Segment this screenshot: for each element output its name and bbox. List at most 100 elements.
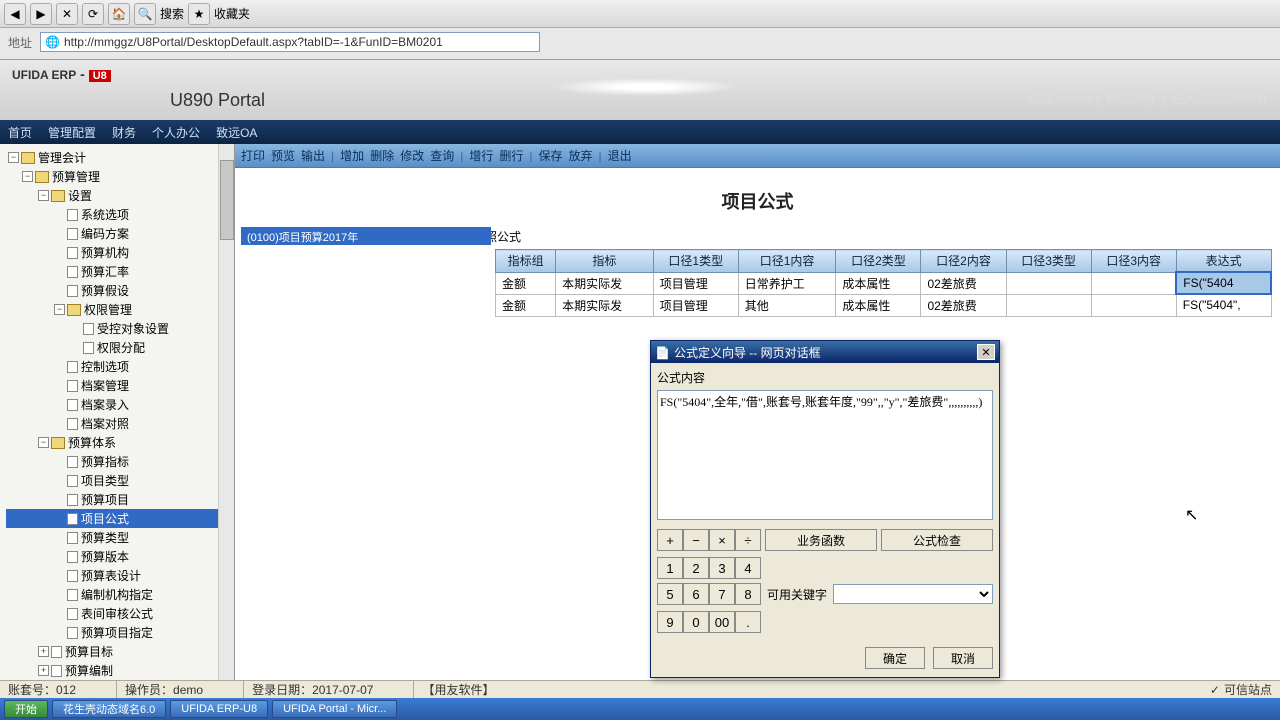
calc-btn-9[interactable]: 9 <box>657 611 683 633</box>
tree-item-编码方案[interactable]: 编码方案 <box>6 224 234 243</box>
col-口径3类型[interactable]: 口径3类型 <box>1006 250 1091 273</box>
calc-btn-8[interactable]: 8 <box>735 583 761 605</box>
dialog-titlebar[interactable]: 📄公式定义向导 -- 网页对话框 ✕ <box>651 341 999 363</box>
cancel-button[interactable]: 取消 <box>933 647 993 669</box>
calc-btn-4[interactable]: 4 <box>735 557 761 579</box>
op-btn[interactable]: ÷ <box>735 529 761 551</box>
selected-project-row[interactable]: (0100)项目预算2017年 <box>241 227 491 245</box>
toolbar-放弃[interactable]: 放弃 <box>569 147 593 164</box>
search-icon[interactable]: 🔍 <box>134 3 156 25</box>
tree-scrollbar[interactable] <box>218 144 234 684</box>
close-icon[interactable]: ✕ <box>977 344 995 360</box>
tree-item-权限管理[interactable]: −权限管理 <box>6 300 234 319</box>
toolbar-增加[interactable]: 增加 <box>340 147 364 164</box>
table-row[interactable]: 金额本期实际发项目管理日常养护工成本属性02差旅费FS("5404 <box>496 272 1272 294</box>
col-口径2类型[interactable]: 口径2类型 <box>836 250 921 273</box>
op-btn[interactable]: + <box>657 529 683 551</box>
toolbar-退出[interactable]: 退出 <box>608 147 632 164</box>
business-function-button[interactable]: 业务函数 <box>765 529 877 551</box>
tree-item-预算机构[interactable]: 预算机构 <box>6 243 234 262</box>
table-row[interactable]: 金额本期实际发项目管理其他成本属性02差旅费FS("5404", <box>496 294 1272 316</box>
calc-btn-2[interactable]: 2 <box>683 557 709 579</box>
formula-check-button[interactable]: 公式检查 <box>881 529 993 551</box>
refresh-button[interactable]: ⟳ <box>82 3 104 25</box>
calc-btn-7[interactable]: 7 <box>709 583 735 605</box>
toolbar-预览[interactable]: 预览 <box>271 147 295 164</box>
forward-button[interactable]: ▶ <box>30 3 52 25</box>
tree-item-预算编制[interactable]: +预算编制 <box>6 661 234 680</box>
toolbar-打印[interactable]: 打印 <box>241 147 265 164</box>
toolbar-查询[interactable]: 查询 <box>430 147 454 164</box>
calc-btn-00[interactable]: 00 <box>709 611 735 633</box>
tree-item-编制机构指定[interactable]: 编制机构指定 <box>6 585 234 604</box>
col-表达式[interactable]: 表达式 <box>1176 250 1271 273</box>
home-button[interactable]: 🏠 <box>108 3 130 25</box>
ok-button[interactable]: 确定 <box>865 647 925 669</box>
tree-item-预算表设计[interactable]: 预算表设计 <box>6 566 234 585</box>
tree-item-表间审核公式[interactable]: 表间审核公式 <box>6 604 234 623</box>
tree-item-预算指标[interactable]: 预算指标 <box>6 452 234 471</box>
nav-config[interactable]: 管理配置 <box>48 124 96 141</box>
task-2[interactable]: UFIDA ERP-U8 <box>170 700 268 718</box>
calc-btn-5[interactable]: 5 <box>657 583 683 605</box>
stop-button[interactable]: ✕ <box>56 3 78 25</box>
col-指标组[interactable]: 指标组 <box>496 250 556 273</box>
task-3[interactable]: UFIDA Portal - Micr... <box>272 700 397 718</box>
tree-item-预算项目[interactable]: 预算项目 <box>6 490 234 509</box>
tree-item-档案对照[interactable]: 档案对照 <box>6 414 234 433</box>
toolbar-修改[interactable]: 修改 <box>400 147 424 164</box>
tree-item-权限分配[interactable]: 权限分配 <box>6 338 234 357</box>
nav-oa[interactable]: 致远OA <box>216 124 257 141</box>
nav-home[interactable]: 首页 <box>8 124 32 141</box>
toolbar-增行[interactable]: 增行 <box>469 147 493 164</box>
toolbar-输出[interactable]: 输出 <box>301 147 325 164</box>
toolbar-删除[interactable]: 删除 <box>370 147 394 164</box>
col-口径1内容[interactable]: 口径1内容 <box>738 250 836 273</box>
tree-item-预算版本[interactable]: 预算版本 <box>6 547 234 566</box>
enter-platform-link[interactable]: 进入企业应用平台 <box>1172 92 1268 106</box>
tree-item-预算假设[interactable]: 预算假设 <box>6 281 234 300</box>
nav-finance[interactable]: 财务 <box>112 124 136 141</box>
calc-btn-3[interactable]: 3 <box>709 557 735 579</box>
task-1[interactable]: 花生壳动态域名6.0 <box>52 700 166 718</box>
tree-item-项目类型[interactable]: 项目类型 <box>6 471 234 490</box>
formula-grid: 指标组指标口径1类型口径1内容口径2类型口径2内容口径3类型口径3内容表达式金额… <box>495 249 1272 317</box>
op-btn[interactable]: − <box>683 529 709 551</box>
col-指标[interactable]: 指标 <box>556 250 654 273</box>
tree-item-系统选项[interactable]: 系统选项 <box>6 205 234 224</box>
calc-btn-6[interactable]: 6 <box>683 583 709 605</box>
tree-item-设置[interactable]: −设置 <box>6 186 234 205</box>
favorites-icon[interactable]: ★ <box>188 3 210 25</box>
portal-nav: 首页 管理配置 财务 个人办公 致远OA <box>0 120 1280 144</box>
formula-wizard-dialog: 📄公式定义向导 -- 网页对话框 ✕ 公式内容 +−×÷ 业务函数 公式检查 1… <box>650 340 1000 678</box>
tree-item-预算体系[interactable]: −预算体系 <box>6 433 234 452</box>
calc-btn-0[interactable]: 0 <box>683 611 709 633</box>
address-bar[interactable]: 🌐 http://mmggz/U8Portal/DesktopDefault.a… <box>40 32 540 52</box>
tree-item-档案录入[interactable]: 档案录入 <box>6 395 234 414</box>
tree-item-控制选项[interactable]: 控制选项 <box>6 357 234 376</box>
op-btn[interactable]: × <box>709 529 735 551</box>
col-口径2内容[interactable]: 口径2内容 <box>921 250 1006 273</box>
start-button[interactable]: 开始 <box>4 700 48 718</box>
change-password-link[interactable]: 修改密码 <box>1106 92 1154 106</box>
tree-item-管理会计[interactable]: −管理会计 <box>6 148 234 167</box>
nav-personal[interactable]: 个人办公 <box>152 124 200 141</box>
calc-btn-1[interactable]: 1 <box>657 557 683 579</box>
toolbar-保存[interactable]: 保存 <box>539 147 563 164</box>
browser-toolbar: ◀ ▶ ✕ ⟳ 🏠 🔍 搜索 ★ 收藏夹 <box>0 0 1280 28</box>
tree-item-受控对象设置[interactable]: 受控对象设置 <box>6 319 234 338</box>
formula-textarea[interactable] <box>657 390 993 520</box>
tree-item-预算类型[interactable]: 预算类型 <box>6 528 234 547</box>
keyword-select[interactable] <box>833 584 993 604</box>
tree-item-预算管理[interactable]: −预算管理 <box>6 167 234 186</box>
back-button[interactable]: ◀ <box>4 3 26 25</box>
tree-item-预算目标[interactable]: +预算目标 <box>6 642 234 661</box>
calc-btn-.[interactable]: . <box>735 611 761 633</box>
tree-item-预算汇率[interactable]: 预算汇率 <box>6 262 234 281</box>
tree-item-档案管理[interactable]: 档案管理 <box>6 376 234 395</box>
col-口径1类型[interactable]: 口径1类型 <box>653 250 738 273</box>
toolbar-删行[interactable]: 删行 <box>499 147 523 164</box>
tree-item-项目公式[interactable]: 项目公式 <box>6 509 234 528</box>
tree-item-预算项目指定[interactable]: 预算项目指定 <box>6 623 234 642</box>
col-口径3内容[interactable]: 口径3内容 <box>1091 250 1176 273</box>
